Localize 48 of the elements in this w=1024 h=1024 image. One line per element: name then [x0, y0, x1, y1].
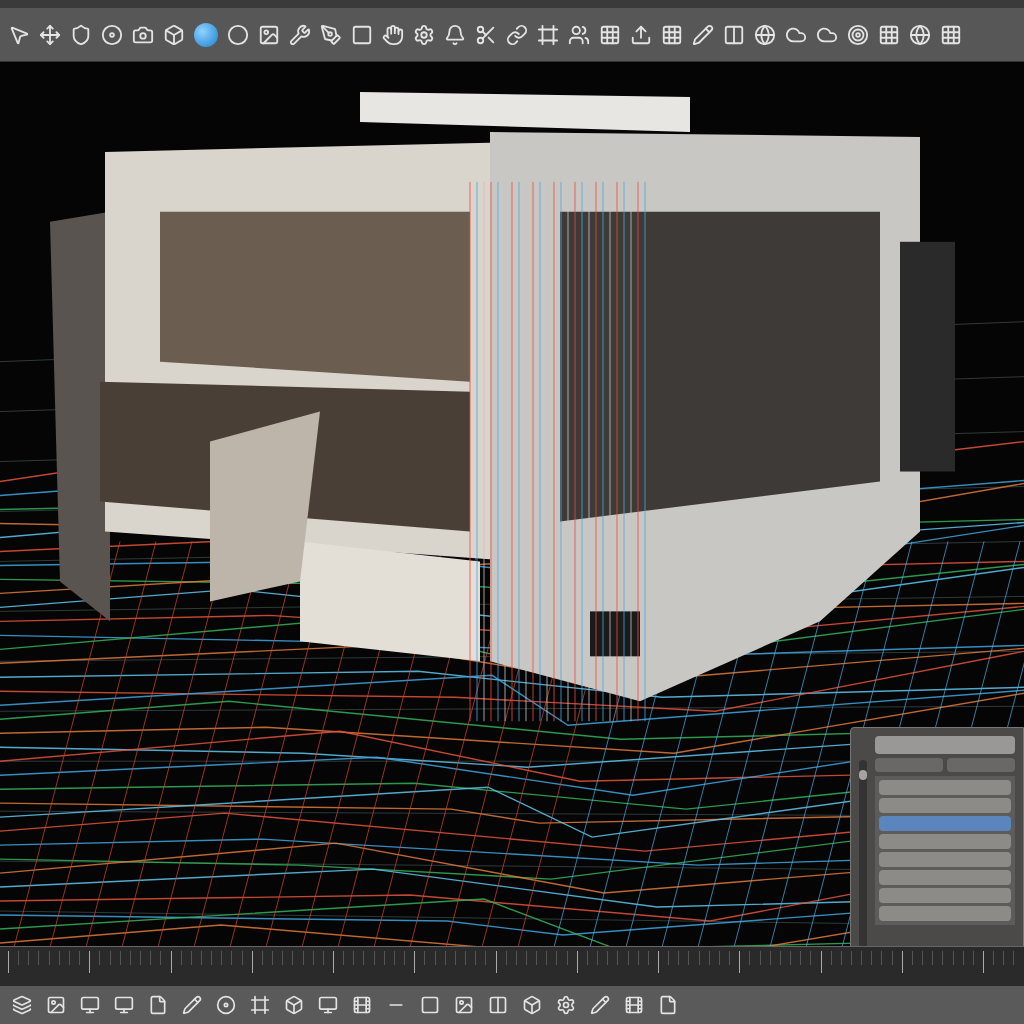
film-icon[interactable] [624, 995, 644, 1015]
people-icon[interactable] [568, 23, 590, 46]
pencil-icon[interactable] [590, 995, 610, 1015]
move-icon[interactable] [39, 23, 61, 46]
settings-icon[interactable] [556, 995, 576, 1015]
cube-icon[interactable] [284, 995, 304, 1015]
layers-icon[interactable] [12, 995, 32, 1015]
image-icon[interactable] [46, 995, 66, 1015]
disc-icon[interactable] [101, 23, 123, 46]
target-icon[interactable] [847, 23, 869, 46]
square-icon[interactable] [420, 995, 440, 1015]
monitor-icon[interactable] [114, 995, 134, 1015]
disc-icon[interactable] [216, 995, 236, 1015]
settings-icon[interactable] [413, 23, 435, 46]
circle-icon[interactable] [227, 23, 249, 46]
globe-icon[interactable] [754, 23, 776, 46]
pencil-icon[interactable] [182, 995, 202, 1015]
columns-icon[interactable] [488, 995, 508, 1015]
columns-icon[interactable] [723, 23, 745, 46]
cube-icon[interactable] [522, 995, 542, 1015]
file-icon[interactable] [148, 995, 168, 1015]
image-icon[interactable] [454, 995, 474, 1015]
grid-icon[interactable] [878, 23, 900, 46]
monitor-icon[interactable] [318, 995, 338, 1015]
scissors-icon[interactable] [475, 23, 497, 46]
3d-viewport[interactable] [0, 62, 1024, 946]
image-icon[interactable] [258, 23, 280, 46]
upload-icon[interactable] [630, 23, 652, 46]
square-icon[interactable] [351, 23, 373, 46]
film-icon[interactable] [352, 995, 372, 1015]
pen-icon[interactable] [320, 23, 342, 46]
grid-icon[interactable] [661, 23, 683, 46]
grid-icon[interactable] [599, 23, 621, 46]
file-icon[interactable] [658, 995, 678, 1015]
cube-icon[interactable] [163, 23, 185, 46]
link-icon[interactable] [506, 23, 528, 46]
bell-icon[interactable] [444, 23, 466, 46]
shield-icon[interactable] [70, 23, 92, 46]
globe-icon[interactable] [909, 23, 931, 46]
frame-icon[interactable] [250, 995, 270, 1015]
frame-icon[interactable] [537, 23, 559, 46]
grid-icon[interactable] [940, 23, 962, 46]
slider-thumb[interactable] [859, 769, 867, 780]
panel-slider[interactable] [859, 760, 867, 946]
wrench-icon[interactable] [289, 23, 311, 46]
pencil-icon[interactable] [692, 23, 714, 46]
monitor-icon[interactable] [80, 995, 100, 1015]
hand-icon[interactable] [382, 23, 404, 46]
